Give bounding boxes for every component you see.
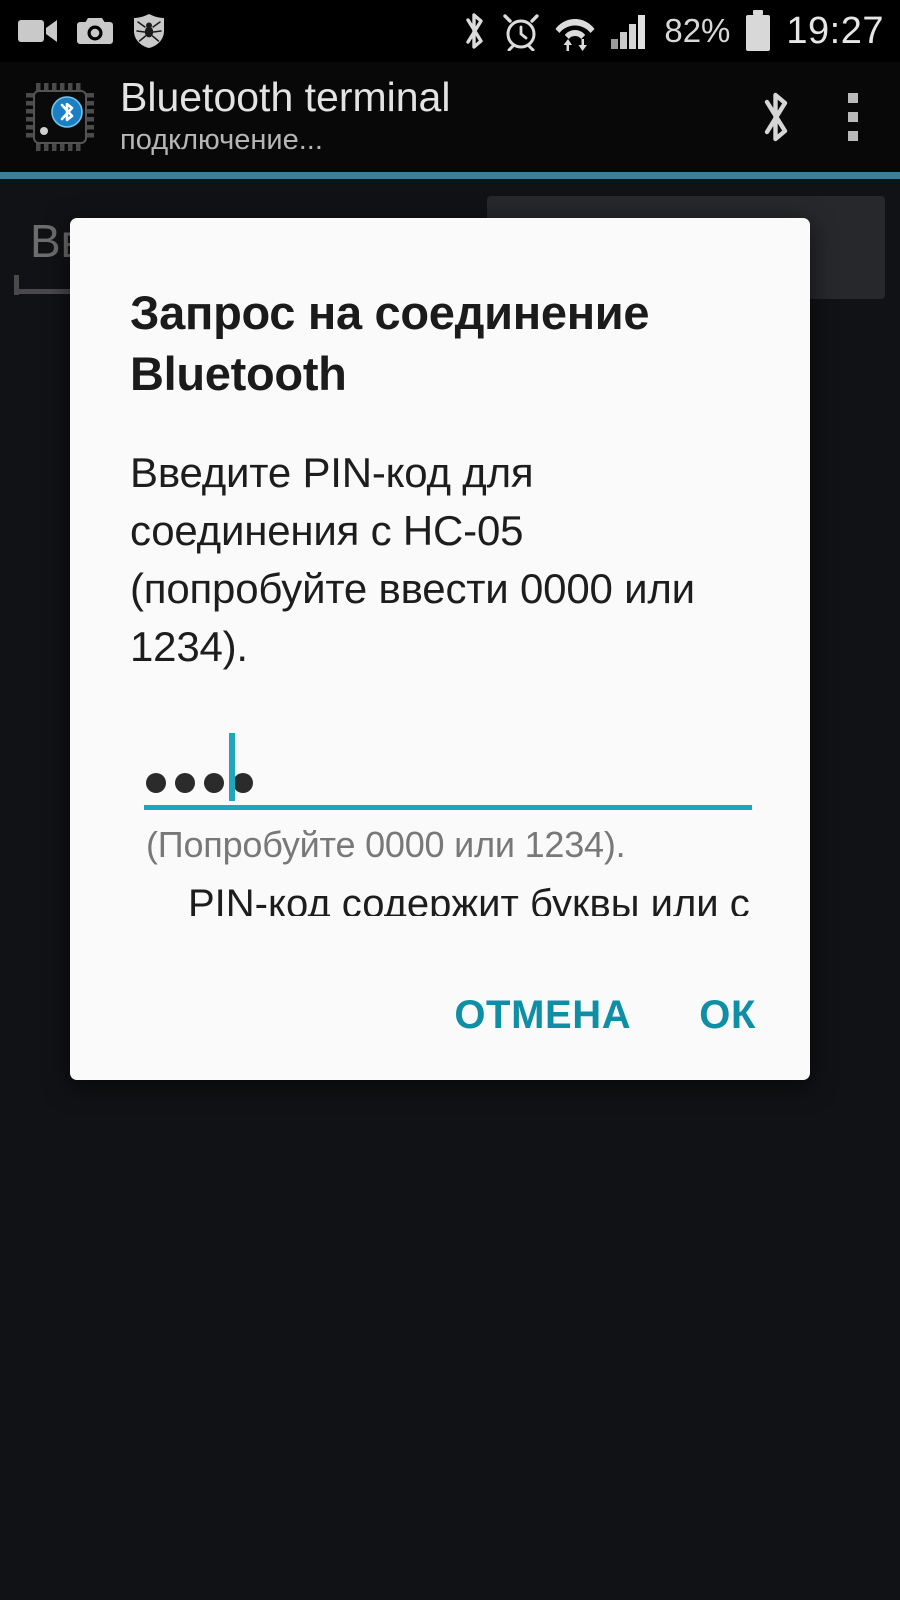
dialog-title: Запрос на соединение Bluetooth xyxy=(130,286,650,401)
overflow-dot xyxy=(848,131,858,141)
text-caret xyxy=(229,733,235,801)
pin-dot xyxy=(204,773,224,793)
dialog-actions: ОТМЕНА ОК xyxy=(70,950,810,1080)
app-subtitle: подключение... xyxy=(120,124,323,157)
status-bar-right-icons: 82% 19:27 xyxy=(460,10,900,53)
pin-field-wrapper: (Попробуйте 0000 или 1234). PIN-код соде… xyxy=(130,733,752,916)
phone-screen: 82% 19:27 Bluetooth terminal подключение… xyxy=(0,0,900,1600)
bluetooth-icon xyxy=(466,13,484,49)
signal-bars-icon xyxy=(611,15,646,49)
pin-masked-value xyxy=(146,773,253,793)
accent-bar xyxy=(0,172,900,179)
status-bar-left-icons xyxy=(0,13,166,49)
alarm-clock-icon xyxy=(503,14,540,51)
status-bar: 82% 19:27 xyxy=(0,0,900,62)
status-bar-clock: 19:27 xyxy=(786,9,884,52)
pin-dot xyxy=(233,773,253,793)
cancel-button[interactable]: ОТМЕНА xyxy=(448,983,637,1048)
app-title: Bluetooth terminal xyxy=(120,73,451,120)
bluetooth-pairing-dialog: Запрос на соединение Bluetooth Введите P… xyxy=(70,218,810,1080)
ok-button[interactable]: ОК xyxy=(693,983,762,1048)
app-bar-titles: Bluetooth terminal подключение... xyxy=(120,73,451,158)
camera-icon xyxy=(77,18,113,44)
pin-clipped-row[interactable]: PIN-код содержит буквы или символы xyxy=(144,882,750,916)
dialog-message: Введите PIN-код для соединения с HC-05 (… xyxy=(130,449,695,671)
pin-dot xyxy=(146,773,166,793)
pin-helper-text: (Попробуйте 0000 или 1234). xyxy=(146,824,626,865)
dialog-body: Запрос на соединение Bluetooth Введите P… xyxy=(70,218,810,916)
overflow-dot xyxy=(848,93,858,103)
app-bar: Bluetooth terminal подключение... xyxy=(0,62,900,172)
battery-icon xyxy=(746,10,771,51)
overflow-menu-icon[interactable] xyxy=(836,85,870,149)
pin-dot xyxy=(175,773,195,793)
bluetooth-icon[interactable] xyxy=(756,88,796,146)
app-bar-actions xyxy=(756,85,900,149)
bluetooth-chip-icon xyxy=(22,79,98,155)
pin-input[interactable] xyxy=(144,733,752,810)
antivirus-shield-icon xyxy=(134,14,164,48)
video-camera-icon xyxy=(18,20,57,42)
overflow-dot xyxy=(848,112,858,122)
battery-percent-label: 82% xyxy=(664,12,731,49)
wifi-icon xyxy=(555,19,595,51)
